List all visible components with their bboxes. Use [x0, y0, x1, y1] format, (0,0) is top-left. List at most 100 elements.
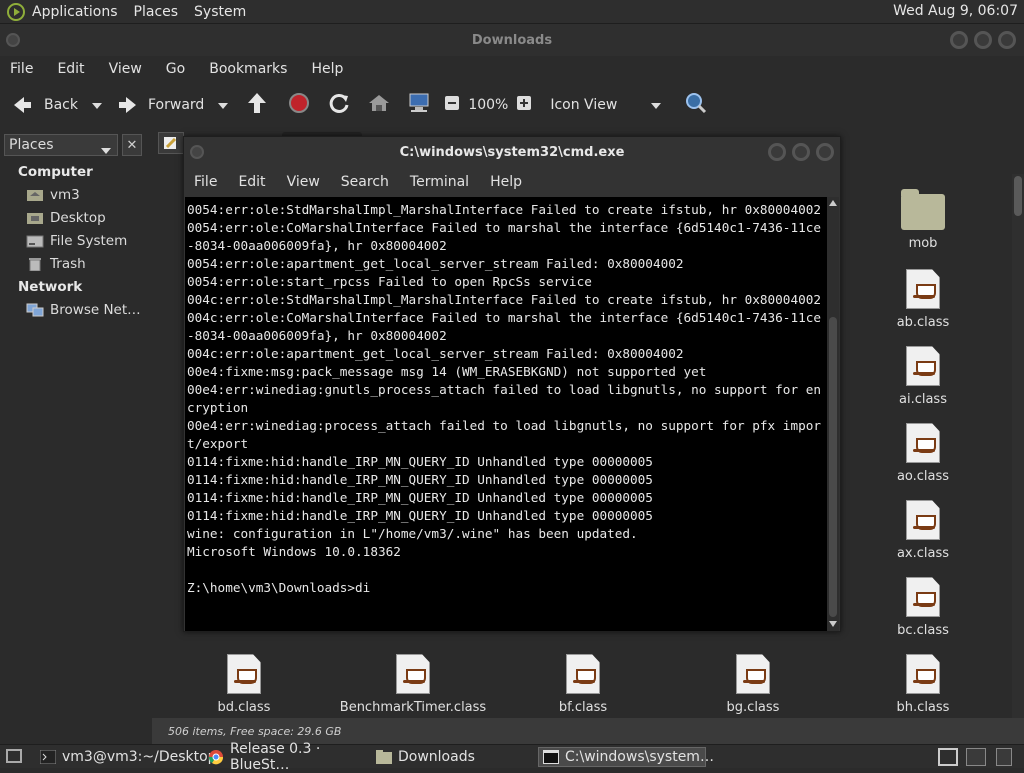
- sidebar-section-computer: Computer: [18, 164, 93, 180]
- sidebar-close-button[interactable]: ✕: [122, 134, 142, 156]
- workspace-2[interactable]: [966, 748, 986, 766]
- forward-dropdown-icon[interactable]: [218, 97, 229, 113]
- taskbar: vm3@vm3:~/Desktop Release 0.3 · BlueSt… …: [0, 741, 1024, 773]
- file-item[interactable]: BenchmarkTimer.class: [338, 654, 488, 715]
- menu-edit[interactable]: Edit: [57, 61, 84, 77]
- terminal-menu-view[interactable]: View: [287, 174, 320, 190]
- terminal-line: 00e4:err:winediag:gnutls_process_attach …: [187, 382, 821, 415]
- zoom-in-icon[interactable]: [516, 95, 532, 115]
- scroll-down-icon[interactable]: [829, 621, 837, 627]
- back-label: Back: [44, 97, 78, 113]
- menubar: File Edit View Go Bookmarks Help: [0, 56, 1024, 82]
- task-label: vm3@vm3:~/Desktop: [62, 749, 217, 765]
- maximize-button[interactable]: [792, 143, 810, 161]
- scroll-up-icon[interactable]: [829, 200, 837, 206]
- scrollbar-thumb[interactable]: [1014, 176, 1022, 216]
- computer-icon[interactable]: [408, 92, 430, 118]
- file-item[interactable]: bc.class: [863, 577, 983, 638]
- file-item[interactable]: bf.class: [523, 654, 643, 715]
- terminal-menu-file[interactable]: File: [194, 174, 217, 190]
- java-class-file-icon: [906, 269, 940, 309]
- sidebar-item-trash[interactable]: Trash: [26, 256, 86, 272]
- file-item[interactable]: bh.class: [863, 654, 983, 715]
- clock[interactable]: Wed Aug 9, 06:07: [893, 3, 1018, 19]
- java-class-file-icon: [566, 654, 600, 694]
- terminal-line: 004c:err:ole:StdMarshalImpl_MarshalInter…: [187, 292, 821, 307]
- menu-help[interactable]: Help: [311, 61, 343, 77]
- home-icon[interactable]: [368, 93, 390, 117]
- file-item[interactable]: ai.class: [863, 346, 983, 407]
- menu-applications[interactable]: Applications: [32, 4, 118, 20]
- places-selector[interactable]: Places: [4, 134, 118, 156]
- file-view-scrollbar[interactable]: [1012, 174, 1024, 734]
- menu-view[interactable]: View: [109, 61, 142, 77]
- window-menu-icon[interactable]: [190, 145, 204, 159]
- java-class-file-icon: [906, 654, 940, 694]
- terminal-titlebar[interactable]: C:\windows\system32\cmd.exe: [184, 137, 840, 167]
- terminal-icon: [40, 750, 56, 764]
- view-mode-select[interactable]: Icon View: [550, 97, 617, 113]
- view-mode-dropdown-icon[interactable]: [651, 97, 662, 113]
- window-titlebar[interactable]: Downloads: [0, 24, 1024, 56]
- file-item[interactable]: ax.class: [863, 500, 983, 561]
- location-edit-button[interactable]: [158, 132, 184, 154]
- task-cmd-active[interactable]: C:\windows\system…: [538, 747, 714, 767]
- up-icon[interactable]: [246, 91, 268, 119]
- task-downloads[interactable]: Downloads: [372, 747, 532, 767]
- java-class-file-icon: [736, 654, 770, 694]
- workspace-1[interactable]: [938, 748, 958, 766]
- terminal-menubar: File Edit View Search Terminal Help: [184, 167, 840, 197]
- status-text: 506 items, Free space: 29.6 GB: [168, 724, 342, 738]
- task-browser[interactable]: Release 0.3 · BlueSt…: [204, 741, 364, 773]
- sidebar-item-label: Trash: [50, 256, 86, 272]
- search-icon[interactable]: [685, 92, 707, 118]
- sidebar-item-vm3[interactable]: vm3: [26, 187, 80, 203]
- trash-applet-icon[interactable]: [996, 748, 1012, 766]
- file-name: ai.class: [899, 392, 947, 407]
- terminal-menu-help[interactable]: Help: [490, 174, 522, 190]
- minimize-button[interactable]: [950, 31, 968, 49]
- forward-button[interactable]: Forward: [116, 93, 204, 117]
- show-desktop-icon[interactable]: [6, 749, 22, 763]
- zoom-out-icon[interactable]: [444, 95, 460, 115]
- terminal-scrollbar[interactable]: [827, 197, 839, 631]
- sidebar: Places ✕ Computer vm3 Desktop File Syste…: [0, 128, 148, 718]
- terminal-scrollbar-thumb[interactable]: [829, 317, 837, 617]
- file-item[interactable]: ab.class: [863, 269, 983, 330]
- file-item[interactable]: ao.class: [863, 423, 983, 484]
- forward-label: Forward: [148, 97, 205, 113]
- menu-go[interactable]: Go: [166, 61, 185, 77]
- file-item[interactable]: bd.class: [184, 654, 304, 715]
- menu-bookmarks[interactable]: Bookmarks: [209, 61, 287, 77]
- terminal-menu-search[interactable]: Search: [341, 174, 389, 190]
- menu-places[interactable]: Places: [134, 4, 179, 20]
- stop-icon[interactable]: [288, 92, 310, 118]
- gnome-logo-icon[interactable]: [7, 2, 25, 21]
- menu-system[interactable]: System: [194, 4, 246, 20]
- close-button[interactable]: [816, 143, 834, 161]
- home-folder-icon: [26, 188, 44, 202]
- chrome-icon: [208, 750, 224, 765]
- sidebar-item-desktop[interactable]: Desktop: [26, 210, 106, 226]
- file-item[interactable]: bg.class: [693, 654, 813, 715]
- file-item[interactable]: mob: [863, 189, 983, 251]
- terminal-output[interactable]: 0054:err:ole:StdMarshalImpl_MarshalInter…: [185, 197, 827, 631]
- terminal-line: 0054:err:ole:CoMarshalInterface Failed t…: [187, 220, 821, 253]
- terminal-line: 00e4:err:winediag:process_attach failed …: [187, 418, 821, 451]
- task-terminal-desktop[interactable]: vm3@vm3:~/Desktop: [36, 747, 217, 767]
- sidebar-item-file-system[interactable]: File System: [26, 233, 127, 249]
- window-menu-icon[interactable]: [6, 33, 20, 47]
- minimize-button[interactable]: [768, 143, 786, 161]
- terminal-menu-edit[interactable]: Edit: [238, 174, 265, 190]
- back-dropdown-icon[interactable]: [92, 97, 102, 113]
- menu-file[interactable]: File: [10, 61, 33, 77]
- file-name: ao.class: [896, 469, 950, 484]
- maximize-button[interactable]: [974, 31, 992, 49]
- java-class-file-icon: [396, 654, 430, 694]
- zoom-level[interactable]: 100%: [468, 97, 508, 113]
- back-button[interactable]: Back: [10, 93, 78, 117]
- sidebar-item-browse-network[interactable]: Browse Net…: [26, 302, 141, 318]
- close-button[interactable]: [998, 31, 1016, 49]
- terminal-menu-terminal[interactable]: Terminal: [410, 174, 469, 190]
- reload-icon[interactable]: [328, 92, 350, 118]
